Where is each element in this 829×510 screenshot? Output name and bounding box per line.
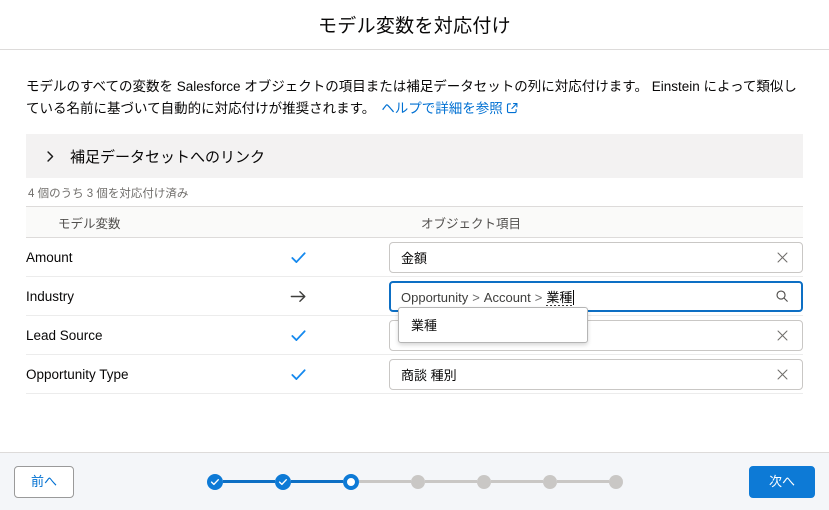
table-body: Amount 金額 Industry Opportunity > Account… [26, 237, 803, 394]
supplemental-dataset-link-accordion[interactable]: 補足データセットへのリンク [26, 134, 803, 178]
arrow-right-icon [289, 287, 308, 306]
progress-dot-todo[interactable] [476, 474, 491, 489]
field-path-segment-2: Account [483, 289, 531, 305]
page-title: モデル変数を対応付け [317, 16, 511, 37]
object-field-combobox-opportunity-type[interactable]: 商談 種別 [389, 358, 803, 390]
field-path-segment-1: Opportunity [401, 289, 469, 305]
modal-body: モデルのすべての変数を Salesforce オブジェクトの項目または補足データ… [0, 50, 829, 452]
close-icon[interactable] [772, 364, 792, 384]
map-model-variables-modal: モデル変数を対応付け モデルのすべての変数を Salesforce オブジェクト… [0, 0, 829, 510]
mapping-status-cell [207, 315, 389, 355]
progress-connector [290, 480, 343, 483]
table-head: モデル変数 オブジェクト項目 [26, 206, 803, 238]
progress-step-5[interactable] [476, 474, 491, 489]
progress-connector [490, 480, 543, 483]
progress-step-2[interactable] [274, 473, 291, 490]
ime-candidate-popup[interactable]: 業種 [398, 307, 588, 343]
help-link[interactable]: ヘルプで詳細を参照 [381, 101, 518, 116]
next-button[interactable]: 次へ [748, 465, 815, 498]
ime-candidate-item[interactable]: 業種 [399, 308, 587, 342]
progress-dot-current[interactable] [342, 473, 359, 490]
text-caret [573, 289, 575, 305]
table-row: Industry Opportunity > Account > 業種 業種 [26, 276, 803, 343]
check-icon [289, 326, 308, 345]
progress-connector [556, 480, 609, 483]
progress-connector [424, 480, 477, 483]
close-icon[interactable] [772, 325, 792, 345]
modal-footer: 前へ 次へ [0, 452, 829, 510]
progress-dot-todo[interactable] [410, 474, 425, 489]
chevron-right-icon [44, 150, 57, 163]
path-separator: > [472, 289, 480, 305]
path-separator: > [534, 289, 543, 305]
progress-connector [358, 480, 411, 483]
object-field-value: Opportunity > Account > 業種 [401, 287, 772, 306]
progress-step-6[interactable] [542, 474, 557, 489]
progress-dot-done[interactable] [274, 473, 291, 490]
object-field-cell: 商談 種別 [389, 354, 803, 394]
intro-paragraph: モデルのすべての変数を Salesforce オブジェクトの項目または補足データ… [26, 76, 803, 120]
search-icon[interactable] [772, 286, 792, 306]
column-header-model-variable: モデル変数 [26, 206, 389, 238]
help-link-label: ヘルプで詳細を参照 [381, 101, 503, 116]
progress-dot-done[interactable] [206, 473, 223, 490]
check-icon [289, 248, 308, 267]
mapping-status-cell [207, 276, 389, 316]
variable-mapping-table: モデル変数 オブジェクト項目 Amount 金額 Industry Opport… [26, 206, 803, 394]
progress-indicator [206, 473, 623, 490]
table-row: Opportunity Type 商談 種別 [26, 354, 803, 394]
object-field-value: 金額 [401, 250, 428, 266]
progress-step-3[interactable] [342, 473, 359, 490]
model-variable-name: Opportunity Type [26, 354, 208, 394]
table-header-row: モデル変数 オブジェクト項目 [26, 206, 803, 238]
table-row: Amount 金額 [26, 237, 803, 277]
close-icon[interactable] [772, 247, 792, 267]
progress-dot-todo[interactable] [608, 474, 623, 489]
model-variable-name: Amount [26, 237, 208, 277]
progress-dot-todo[interactable] [542, 474, 557, 489]
external-link-icon [506, 99, 518, 114]
progress-step-4[interactable] [410, 474, 425, 489]
model-variable-name: Lead Source [26, 315, 208, 355]
mapping-status-text: 4 個のうち 3 個を対応付け済み [28, 188, 189, 200]
ime-composition-text: 業種 [546, 289, 573, 306]
mapping-status-cell [207, 237, 389, 277]
object-field-cell: Opportunity > Account > 業種 業種 [389, 276, 803, 343]
object-field-value: 商談 種別 [401, 367, 457, 383]
progress-step-1[interactable] [206, 473, 223, 490]
previous-button[interactable]: 前へ [14, 465, 75, 498]
mapping-status-cell [207, 354, 389, 394]
progress-step-7[interactable] [608, 474, 623, 489]
check-icon [289, 365, 308, 384]
modal-header: モデル変数を対応付け [0, 0, 829, 50]
accordion-label: 補足データセットへのリンク [70, 148, 266, 166]
object-field-cell: 金額 [389, 237, 803, 277]
model-variable-name: Industry [26, 276, 208, 316]
object-field-combobox-amount[interactable]: 金額 [389, 241, 803, 273]
progress-connector [222, 480, 275, 483]
column-header-object-field: オブジェクト項目 [389, 206, 803, 238]
